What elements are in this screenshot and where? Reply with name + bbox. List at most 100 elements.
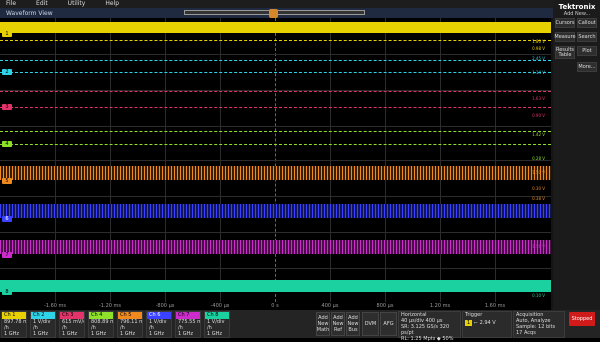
ch4-level-high: 1.42 V xyxy=(532,132,545,137)
grid-line xyxy=(0,54,551,55)
results-table-button[interactable]: Results Table xyxy=(555,46,575,59)
ch4-marker[interactable]: 4 xyxy=(2,141,12,147)
time-tick: -800 µs xyxy=(155,303,175,309)
grid-line xyxy=(0,268,551,269)
add-new-bus-button[interactable]: Add New Bus xyxy=(346,312,360,336)
brand-logo: Tektronix xyxy=(558,3,596,11)
ch8-marker[interactable]: 8 xyxy=(2,289,12,295)
cursors-button[interactable]: Cursors xyxy=(555,18,575,28)
ch6-settings-badge[interactable]: Ch 6 1 V/div /h 1 GHz xyxy=(146,311,172,338)
ch1-level-high: 1.80 V xyxy=(532,39,545,44)
ch4-trace-low xyxy=(0,144,551,145)
horizontal-badge[interactable]: Horizontal 40 µs/div 400 µs SR: 3.125 GS… xyxy=(398,311,461,342)
ch5-marker[interactable]: 5 xyxy=(2,178,12,184)
afg-button[interactable]: AFG xyxy=(380,312,397,336)
trigger-level: 2.94 V xyxy=(479,320,496,326)
ch4-level-low: 0.28 V xyxy=(532,156,545,161)
ch8-level-low: 0.10 V xyxy=(532,293,545,298)
trigger-position-marker[interactable] xyxy=(269,9,278,18)
more-button[interactable]: More... xyxy=(577,62,597,72)
time-axis: -1.60 ms -1.20 ms -800 µs -400 µs 0 s 40… xyxy=(0,302,551,310)
run-stop-button[interactable]: Stopped xyxy=(569,312,595,326)
ch1-bandwidth: 1 GHz xyxy=(4,331,20,337)
ch2-settings-badge[interactable]: Ch 2 1 V/div /h 1 GHz xyxy=(30,311,56,338)
waveform-view-title: Waveform View xyxy=(6,9,53,17)
time-tick: -400 µs xyxy=(210,303,230,309)
time-tick: 800 µs xyxy=(376,303,394,309)
grid-line xyxy=(0,232,551,233)
callout-button[interactable]: Callout xyxy=(577,18,597,28)
time-tick: 0 s xyxy=(271,303,279,309)
trigger-rising-edge-icon: ⌐ xyxy=(473,320,478,326)
ch2-marker[interactable]: 2 xyxy=(2,69,12,75)
time-tick: -1.60 ms xyxy=(43,303,67,309)
settings-bar: Ch 1 897.78 m... /h 1 GHz Ch 2 1 V/div /… xyxy=(0,310,600,342)
add-ref-l3: Ref xyxy=(333,327,343,333)
measure-button[interactable]: Measure xyxy=(554,32,576,42)
ch7-marker[interactable]: 7 xyxy=(2,252,12,258)
ch2-bandwidth: 1 GHz xyxy=(33,331,49,337)
ch1-reference-level xyxy=(0,40,551,41)
ch4-trace-high xyxy=(0,131,551,132)
ch6-marker[interactable]: 6 xyxy=(2,216,12,222)
acquisition-badge[interactable]: Acquisition Auto, Analyze Sample: 12 bit… xyxy=(513,311,565,338)
add-new-math-button[interactable]: Add New Math xyxy=(316,312,330,336)
menu-edit[interactable]: Edit xyxy=(36,0,48,8)
ch3-bandwidth: 1 GHz xyxy=(62,331,78,337)
acquisition-count: 17 Acqs xyxy=(516,330,536,336)
search-button[interactable]: Search xyxy=(577,32,597,42)
ch7-badge-title: Ch 7 xyxy=(176,312,200,319)
ch4-settings-badge[interactable]: Ch 4 808.89 m... /h 1 GHz xyxy=(88,311,114,338)
ch3-marker[interactable]: 3 xyxy=(2,104,12,110)
ch7-trace-band xyxy=(0,240,551,254)
grid-line xyxy=(0,126,551,127)
ch8-badge-title: Ch 8 xyxy=(205,312,229,319)
ch4-badge-title: Ch 4 xyxy=(89,312,113,319)
plot-button[interactable]: Plot xyxy=(577,46,597,56)
ch2-level-high: 2.45 V xyxy=(532,56,545,61)
add-new-ref-button[interactable]: Add New Ref xyxy=(331,312,345,336)
ch3-level-high: 1.63 V xyxy=(532,96,545,101)
ch4-bandwidth: 1 GHz xyxy=(91,331,107,337)
ch5-bandwidth: 1 GHz xyxy=(120,331,136,337)
menu-help[interactable]: Help xyxy=(105,0,119,8)
brand-sub[interactable]: Add New... xyxy=(557,11,597,17)
ch6-bandwidth: 1 GHz xyxy=(149,331,165,337)
ch7-settings-badge[interactable]: Ch 7 775.55 m... /h 1 GHz xyxy=(175,311,201,338)
ch1-badge-title: Ch 1 xyxy=(2,312,26,319)
ch5-trace-band xyxy=(0,166,551,180)
trigger-badge[interactable]: Trigger 1 ⌐ 2.94 V xyxy=(462,311,512,338)
dvm-button[interactable]: DVM xyxy=(362,312,379,336)
ch2-trace-high xyxy=(0,60,551,61)
ch1-settings-badge[interactable]: Ch 1 897.78 m... /h 1 GHz xyxy=(1,311,27,338)
ch1-level-low: 0.98 V xyxy=(532,46,545,51)
ch8-settings-badge[interactable]: Ch 8 1 V/div /h 1 GHz xyxy=(204,311,230,338)
ch6-level-low: 0.38 V xyxy=(532,196,545,201)
trigger-title: Trigger xyxy=(465,312,483,318)
grid-line xyxy=(0,196,551,197)
time-tick: -1.20 ms xyxy=(98,303,122,309)
ch6-trace-band xyxy=(0,204,551,218)
menu-bar: File Edit Utility Help xyxy=(0,0,600,8)
ch5-level-low: 0.30 V xyxy=(532,186,545,191)
ch2-badge-title: Ch 2 xyxy=(31,312,55,319)
horizontal-sample-rate: SR: 3.125 GS/s 320 ps/pt xyxy=(401,324,450,336)
ch5-level-high: 1.50 V xyxy=(532,170,545,175)
ch1-trace-band xyxy=(0,22,551,33)
time-tick: 1.60 ms xyxy=(484,303,506,309)
ch7-bandwidth: 1 GHz xyxy=(178,331,194,337)
scope-app: File Edit Utility Help Waveform View 1 1… xyxy=(0,0,600,342)
add-bus-l3: Bus xyxy=(348,327,358,333)
right-control-panel: Tektronix Add New... Cursors Callout Mea… xyxy=(553,0,600,310)
waveform-plot[interactable]: 1 1.80 V 0.98 V 2 2.45 V 1.14 V 3 1.63 V… xyxy=(0,18,551,302)
ch1-marker[interactable]: 1 xyxy=(2,31,12,37)
menu-file[interactable]: File xyxy=(6,0,16,8)
time-tick: 1.20 ms xyxy=(429,303,451,309)
menu-utility[interactable]: Utility xyxy=(68,0,86,8)
ch3-settings-badge[interactable]: Ch 3 615 mV/div /h 1 GHz xyxy=(59,311,85,338)
ch5-settings-badge[interactable]: Ch 5 796.11 m... /h 1 GHz xyxy=(117,311,143,338)
horizontal-record-length: RL: 1.25 Mpts ◆ 50% xyxy=(401,336,454,342)
ch3-trace-high xyxy=(0,91,551,92)
time-tick: 400 µs xyxy=(321,303,339,309)
ch3-trace-low xyxy=(0,107,551,108)
